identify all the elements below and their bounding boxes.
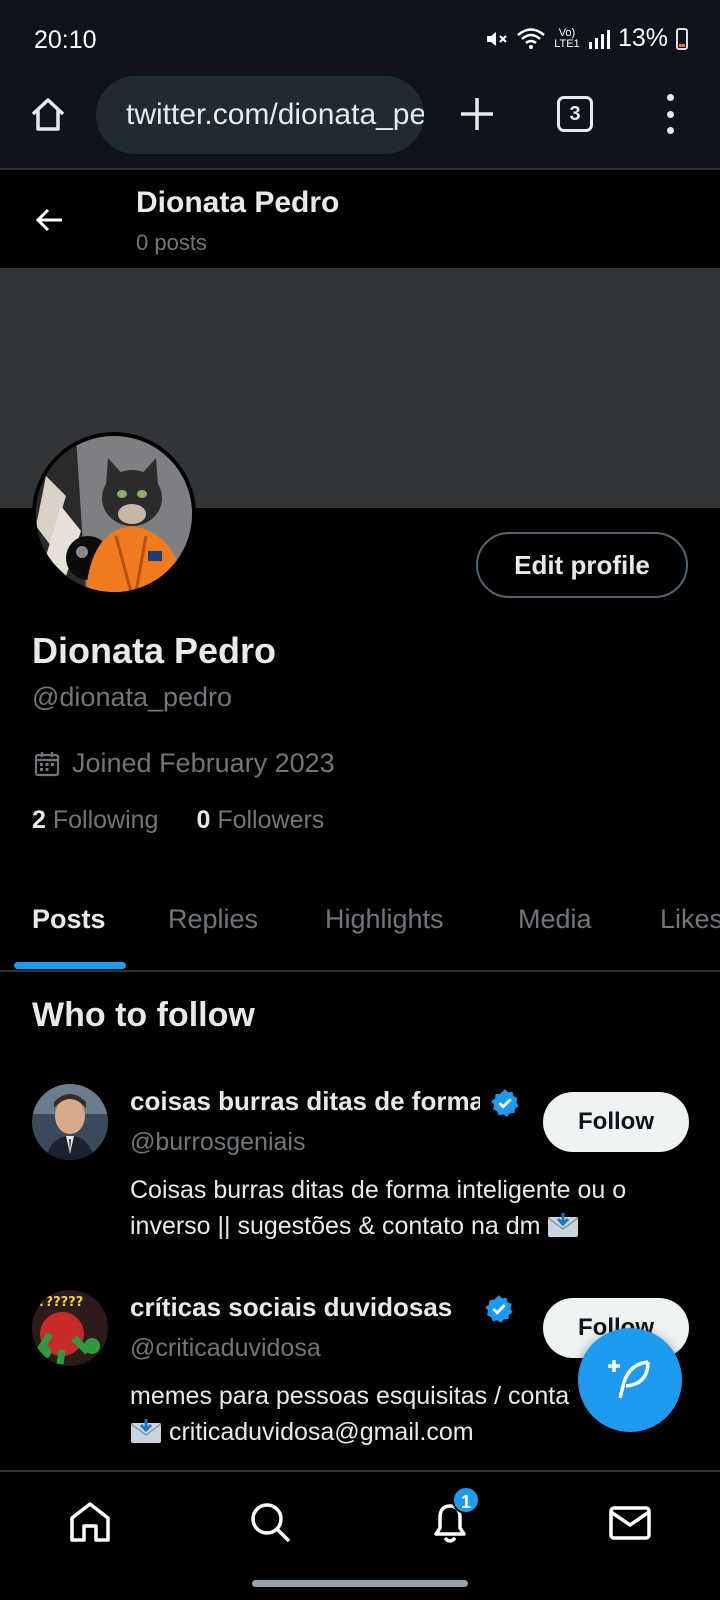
- suggestion-name[interactable]: coisas burras ditas de forma inteligente: [130, 1086, 480, 1117]
- follow-stats: 2 Following 0 Followers: [32, 806, 324, 835]
- browser-toolbar: twitter.com/dionata_pedro 3: [0, 76, 720, 170]
- search-icon[interactable]: [246, 1498, 294, 1546]
- volte-icon: Vo) LTE1: [554, 26, 580, 50]
- tabs-icon[interactable]: 3: [557, 96, 593, 132]
- mute-icon: [486, 31, 507, 46]
- follow-button[interactable]: Follow: [543, 1092, 689, 1152]
- messages-icon[interactable]: [606, 1498, 654, 1546]
- notification-badge: 1: [452, 1486, 480, 1514]
- edit-profile-button[interactable]: Edit profile: [476, 532, 688, 598]
- plus-icon[interactable]: [457, 94, 497, 134]
- tab-media[interactable]: Media: [518, 904, 592, 935]
- svg-text:??????: ??????: [38, 1295, 83, 1310]
- home-icon[interactable]: [66, 1498, 114, 1546]
- url-bar[interactable]: twitter.com/dionata_pedro: [96, 76, 424, 154]
- suggestion-bio: memes para pessoas esquisitas / contato …: [130, 1382, 570, 1446]
- envelope-icon: [547, 1213, 579, 1237]
- suggestion-avatar[interactable]: [32, 1084, 108, 1160]
- who-to-follow-title: Who to follow: [32, 996, 255, 1034]
- battery-icon: [676, 27, 688, 50]
- joined-text: Joined February 2023: [72, 748, 335, 778]
- joined-date: Joined February 2023: [34, 748, 335, 779]
- suggestion-handle: @criticaduvidosa: [130, 1334, 321, 1362]
- envelope-icon: [130, 1419, 162, 1443]
- back-arrow-icon[interactable]: [32, 202, 68, 238]
- profile-tabs: Posts Replies Highlights Media Likes: [0, 880, 720, 972]
- suggestion-handle: @burrosgeniais: [130, 1128, 306, 1156]
- bottom-navigation: 1: [0, 1470, 720, 1570]
- status-bar: 20:10 Vo) LTE1 13%: [0, 0, 720, 76]
- calendar-icon: [34, 751, 60, 776]
- home-gesture-pill[interactable]: [252, 1580, 468, 1587]
- verified-badge-icon: [491, 1089, 519, 1117]
- suggestion-name[interactable]: críticas sociais duvidosas: [130, 1292, 480, 1323]
- more-vertical-icon[interactable]: [660, 94, 680, 134]
- tab-posts[interactable]: Posts: [32, 904, 106, 935]
- status-icons: Vo) LTE1 13%: [484, 24, 688, 53]
- compose-feather-icon: [608, 1360, 650, 1399]
- profile-handle: @dionata_pedro: [32, 682, 233, 712]
- following-link[interactable]: 2 Following: [32, 806, 158, 835]
- suggestion-bio: Coisas burras ditas de forma inteligente…: [130, 1176, 627, 1240]
- gesture-bar: [0, 1570, 720, 1600]
- header-post-count: 0 posts: [136, 230, 207, 255]
- verified-badge-icon: [485, 1295, 513, 1323]
- home-icon[interactable]: [28, 94, 68, 134]
- wifi-icon: [517, 27, 545, 49]
- followers-link[interactable]: 0 Followers: [196, 806, 324, 835]
- header-title: Dionata Pedro: [136, 186, 340, 219]
- signal-icon: [588, 29, 610, 49]
- profile-name: Dionata Pedro: [32, 630, 277, 671]
- suggestion-avatar[interactable]: ??????: [32, 1290, 108, 1366]
- battery-percent: 13%: [617, 24, 668, 52]
- tab-highlights[interactable]: Highlights: [325, 904, 444, 935]
- tab-replies[interactable]: Replies: [168, 904, 258, 935]
- url-text: twitter.com/dionata_pedro: [126, 98, 424, 131]
- profile-header: Dionata Pedro 0 posts: [0, 172, 720, 268]
- active-tab-indicator: [14, 962, 126, 969]
- profile-avatar[interactable]: [32, 432, 196, 596]
- tab-likes[interactable]: Likes: [660, 904, 720, 935]
- status-time: 20:10: [34, 26, 97, 54]
- compose-post-button[interactable]: [578, 1328, 682, 1432]
